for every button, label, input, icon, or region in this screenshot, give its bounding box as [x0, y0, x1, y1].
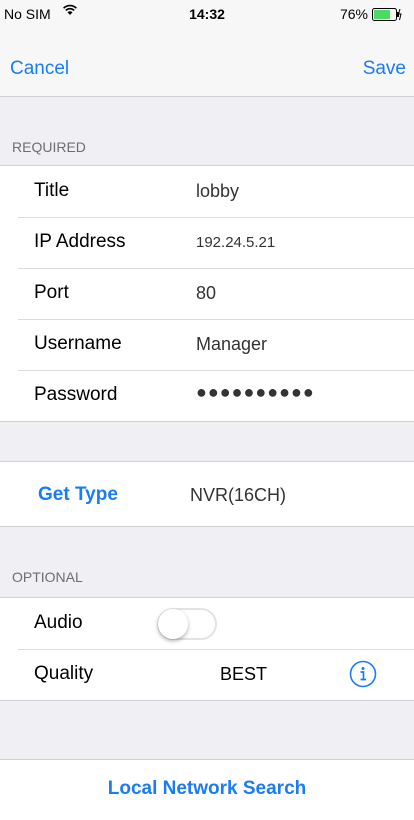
ip-address-field[interactable]: 192.24.5.21	[196, 234, 275, 251]
quality-label: Quality	[34, 663, 94, 684]
required-fields-group: Title lobby IP Address 192.24.5.21 Port …	[0, 165, 414, 422]
password-row[interactable]: Password ●●●●●●●●●●	[0, 370, 414, 421]
cancel-button[interactable]: Cancel	[10, 58, 69, 80]
title-field[interactable]: lobby	[196, 181, 239, 202]
optional-section-header: OPTIONAL	[0, 557, 414, 597]
quality-row[interactable]: Quality BEST	[0, 649, 414, 700]
audio-label: Audio	[34, 612, 83, 633]
optional-header-label: OPTIONAL	[12, 569, 83, 585]
local-network-search-button[interactable]: Local Network Search	[0, 778, 414, 800]
info-icon[interactable]	[348, 659, 378, 689]
navigation-bar: Cancel Save	[0, 28, 414, 97]
username-row[interactable]: Username Manager	[0, 319, 414, 370]
username-field[interactable]: Manager	[196, 334, 267, 355]
ip-address-label: IP Address	[34, 231, 126, 252]
get-type-row: Get Type NVR(16CH)	[0, 462, 414, 526]
local-search-row: Local Network Search	[0, 760, 414, 820]
port-row[interactable]: Port 80	[0, 268, 414, 319]
get-type-button[interactable]: Get Type	[38, 484, 118, 506]
device-type-value: NVR(16CH)	[190, 485, 287, 505]
get-type-group: Get Type NVR(16CH)	[0, 461, 414, 527]
battery-icon	[372, 8, 402, 24]
optional-fields-group: Audio Quality BEST	[0, 597, 414, 701]
password-field[interactable]: ●●●●●●●●●●	[196, 382, 315, 403]
audio-toggle[interactable]	[157, 608, 217, 640]
username-label: Username	[34, 333, 122, 354]
audio-row: Audio	[0, 598, 414, 649]
title-row[interactable]: Title lobby	[0, 166, 414, 217]
password-label: Password	[34, 384, 118, 405]
battery-percentage: 76%	[339, 6, 368, 22]
ip-address-row[interactable]: IP Address 192.24.5.21	[0, 217, 414, 268]
port-field[interactable]: 80	[196, 283, 216, 304]
quality-value: BEST	[220, 664, 268, 684]
port-label: Port	[34, 282, 69, 303]
save-button[interactable]: Save	[363, 58, 406, 80]
required-section-header: REQUIRED	[0, 127, 414, 165]
status-bar: No SIM 14:32 76%	[0, 0, 414, 28]
toggle-knob	[158, 609, 188, 639]
title-label: Title	[34, 180, 70, 201]
required-header-label: REQUIRED	[12, 139, 86, 155]
